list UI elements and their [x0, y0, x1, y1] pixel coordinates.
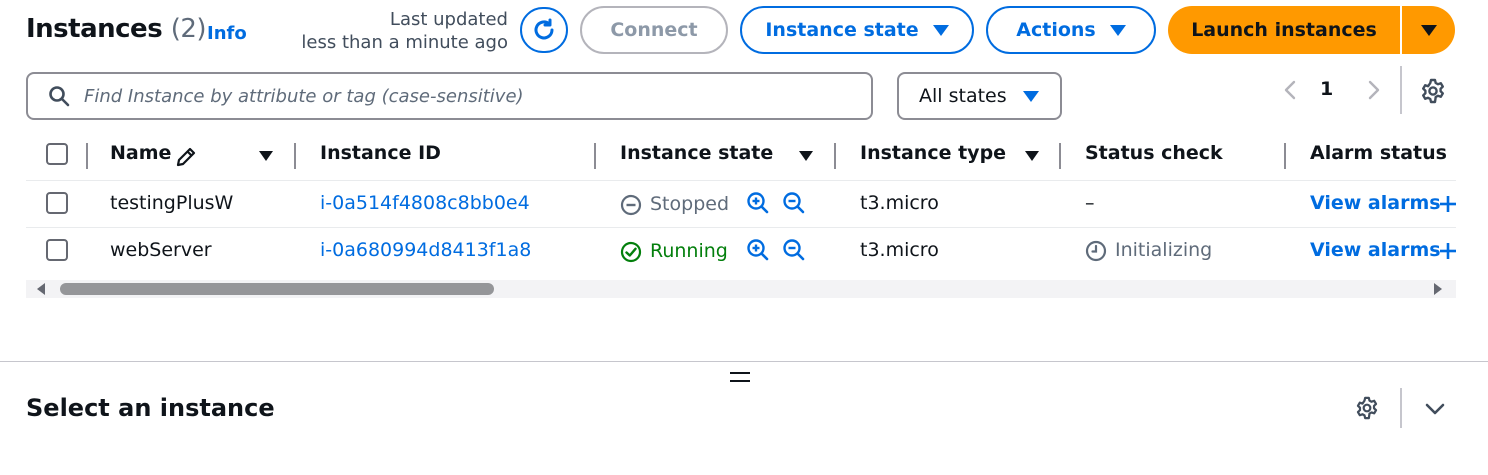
- pencil-icon: [176, 147, 196, 167]
- instance-count: (2): [170, 14, 207, 44]
- scroll-left-icon[interactable]: [37, 283, 45, 295]
- column-header-instance-id[interactable]: Instance ID: [320, 142, 441, 164]
- info-link[interactable]: Info: [207, 23, 247, 44]
- column-header-instance-type[interactable]: Instance type: [860, 142, 1006, 164]
- drag-handle-icon[interactable]: [730, 372, 750, 384]
- actions-button[interactable]: Actions: [986, 6, 1156, 54]
- stopped-status-icon: [620, 194, 642, 216]
- column-header-status-check[interactable]: Status check: [1085, 142, 1223, 164]
- launch-instances-split-button: Launch instances: [1168, 6, 1455, 54]
- chevron-down-icon: [1425, 403, 1445, 415]
- gear-icon: [1422, 78, 1444, 104]
- panel-preferences-button[interactable]: [1355, 396, 1379, 424]
- sort-caret-icon[interactable]: [259, 151, 273, 161]
- column-header-alarm-status[interactable]: Alarm status: [1310, 142, 1447, 164]
- refresh-button[interactable]: [520, 7, 568, 53]
- next-page-button[interactable]: [1362, 76, 1386, 104]
- column-header-name[interactable]: Name: [110, 142, 171, 164]
- launch-dropdown-button[interactable]: [1402, 6, 1455, 54]
- zoom-in-icon[interactable]: [746, 191, 770, 215]
- column-divider[interactable]: [834, 143, 836, 169]
- instance-id-link[interactable]: i-0a680994d8413f1a8: [320, 239, 531, 261]
- row-divider: [26, 227, 1456, 228]
- caret-down-icon: [1022, 90, 1039, 102]
- plus-icon[interactable]: [1439, 195, 1457, 213]
- column-header-instance-state[interactable]: Instance state: [620, 142, 773, 164]
- column-divider[interactable]: [294, 143, 296, 169]
- view-alarms-link[interactable]: View alarms: [1310, 192, 1441, 214]
- refresh-icon: [534, 18, 554, 40]
- clock-icon: [1085, 240, 1107, 262]
- instance-state-button[interactable]: Instance state: [740, 6, 974, 54]
- search-input[interactable]: [84, 85, 844, 107]
- scroll-right-icon[interactable]: [1434, 283, 1442, 295]
- instance-state-label: Instance state: [765, 19, 919, 41]
- instance-name: webServer: [110, 239, 212, 261]
- zoom-out-icon[interactable]: [782, 191, 806, 215]
- column-divider[interactable]: [1284, 143, 1286, 169]
- view-alarms-label: View alarms: [1310, 239, 1441, 261]
- column-divider[interactable]: [1059, 143, 1061, 169]
- instance-name: testingPlusW: [110, 192, 234, 214]
- instance-type-value: t3.micro: [860, 239, 939, 261]
- instance-id-link[interactable]: i-0a514f4808c8bb0e4: [320, 192, 530, 214]
- row-checkbox[interactable]: [46, 192, 68, 214]
- row-divider: [26, 180, 1456, 181]
- last-updated-label: Last updated: [389, 9, 508, 30]
- status-check-value: –: [1085, 192, 1095, 214]
- previous-page-button[interactable]: [1278, 76, 1302, 104]
- instance-state-value: Stopped: [650, 193, 730, 215]
- split-panel-divider: [0, 361, 1488, 362]
- zoom-in-icon[interactable]: [746, 238, 770, 262]
- page-title: Instances (2): [26, 14, 207, 44]
- caret-down-icon: [1109, 24, 1126, 36]
- collapse-panel-button[interactable]: [1423, 399, 1447, 423]
- view-alarms-label: View alarms: [1310, 192, 1441, 214]
- instance-type-value: t3.micro: [860, 192, 939, 214]
- states-filter-select[interactable]: All states: [897, 72, 1062, 120]
- gear-icon: [1356, 396, 1378, 420]
- caret-down-icon: [932, 24, 949, 36]
- panel-title: Select an instance: [26, 394, 275, 422]
- instance-state-value: Running: [650, 240, 728, 262]
- connect-label: Connect: [610, 19, 698, 41]
- page-title-text: Instances: [26, 14, 163, 44]
- column-divider[interactable]: [594, 143, 596, 169]
- scrollbar-thumb[interactable]: [60, 283, 494, 295]
- actions-label: Actions: [1016, 19, 1096, 41]
- column-divider: [86, 143, 88, 169]
- chevron-left-icon: [1284, 80, 1296, 100]
- plus-icon[interactable]: [1439, 242, 1457, 260]
- divider: [1400, 66, 1402, 114]
- running-status-icon: [620, 241, 642, 263]
- divider: [1400, 388, 1402, 428]
- sort-caret-icon[interactable]: [1025, 151, 1039, 161]
- status-check-value: Initializing: [1115, 239, 1213, 261]
- last-updated-time: less than a minute ago: [301, 32, 508, 53]
- states-filter-value: All states: [919, 85, 1007, 107]
- sort-caret-icon[interactable]: [799, 151, 813, 161]
- zoom-out-icon[interactable]: [782, 238, 806, 262]
- table-preferences-button[interactable]: [1420, 78, 1446, 108]
- launch-instances-button[interactable]: Launch instances: [1168, 6, 1400, 54]
- column-header-name-label: Name: [110, 142, 172, 164]
- connect-button[interactable]: Connect: [580, 6, 728, 54]
- current-page-number[interactable]: 1: [1320, 78, 1333, 100]
- search-icon: [49, 86, 70, 107]
- view-alarms-link[interactable]: View alarms: [1310, 239, 1441, 261]
- search-box: [26, 72, 873, 120]
- last-updated: Last updated less than a minute ago: [300, 8, 508, 54]
- chevron-right-icon: [1368, 80, 1380, 100]
- select-all-checkbox[interactable]: [46, 143, 68, 165]
- caret-down-icon: [1420, 24, 1437, 36]
- row-checkbox[interactable]: [46, 239, 68, 261]
